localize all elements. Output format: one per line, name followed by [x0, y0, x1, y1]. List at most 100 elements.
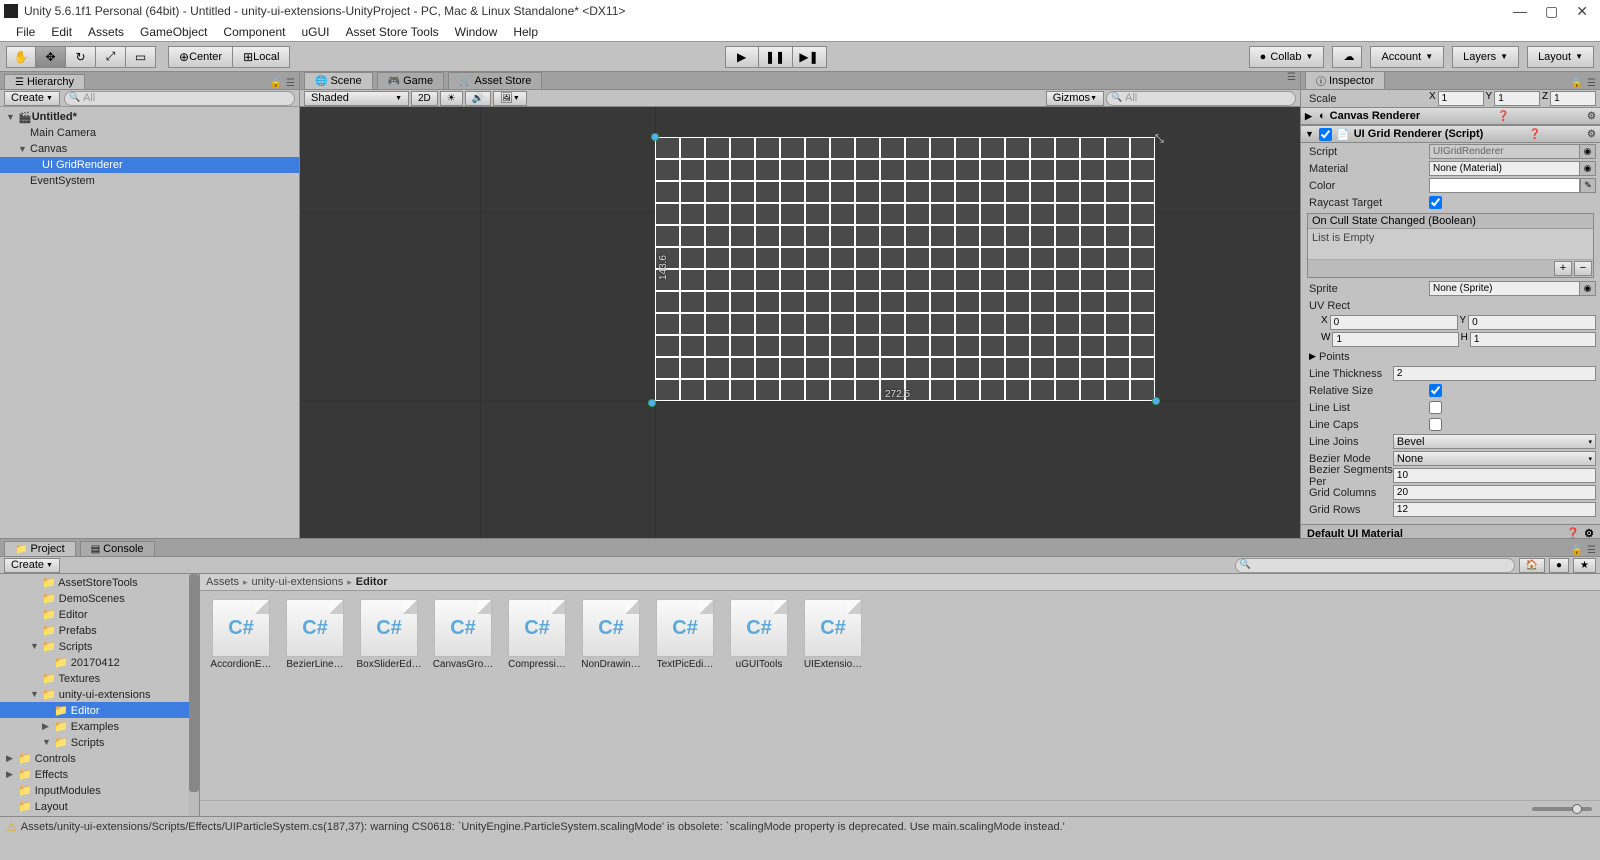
tab-asset-store[interactable]: 🛒Asset Store — [448, 72, 542, 89]
inspector-tab[interactable]: ⓘInspector — [1305, 72, 1385, 89]
pivot-center-toggle[interactable]: ⊕ Center — [168, 46, 233, 68]
project-tab[interactable]: 📁Project — [4, 541, 76, 556]
search-filter-label[interactable]: ★ — [1573, 558, 1596, 573]
material-gear-icon[interactable]: ⚙ — [1584, 527, 1594, 538]
menu-gameobject[interactable]: GameObject — [132, 23, 215, 41]
collab-dropdown[interactable]: ● Collab ▼ — [1249, 46, 1325, 68]
grid-rows-input[interactable] — [1393, 502, 1596, 517]
rect-handle-br[interactable] — [1152, 397, 1160, 405]
grid-columns-input[interactable] — [1393, 485, 1596, 500]
tree-scrollbar-thumb[interactable] — [189, 574, 199, 792]
project-lock-icon[interactable]: 🔒 — [1571, 545, 1583, 556]
asset-uguitools[interactable]: C#uGUITools — [726, 599, 792, 670]
scene-menu-icon[interactable]: ☰ — [1287, 72, 1296, 89]
color-field[interactable] — [1429, 178, 1580, 193]
grid-size-slider[interactable] — [1532, 807, 1592, 811]
crumb-1[interactable]: unity-ui-extensions — [252, 576, 344, 588]
tab-scene[interactable]: 🌐Scene — [304, 72, 373, 89]
folder-assetstoretools[interactable]: 📁 AssetStoreTools — [0, 574, 199, 590]
color-eyedropper[interactable]: ✎ — [1580, 178, 1596, 193]
material-help-icon[interactable]: ❓ — [1566, 527, 1580, 538]
folder-demoscenes[interactable]: 📁 DemoScenes — [0, 590, 199, 606]
asset-uiextensio[interactable]: C#UIExtensio… — [800, 599, 866, 670]
pivot-local-toggle[interactable]: ⊞ Local — [233, 46, 290, 68]
asset-bezierline[interactable]: C#BezierLine… — [282, 599, 348, 670]
asset-nondrawin[interactable]: C#NonDrawin… — [578, 599, 644, 670]
folder-unity-ui-extensions[interactable]: ▼📁 unity-ui-extensions — [0, 686, 199, 702]
uv-y-input[interactable] — [1468, 315, 1596, 330]
cloud-button[interactable]: ☁ — [1332, 46, 1362, 68]
component-gear-icon[interactable]: ⚙ — [1587, 111, 1596, 122]
material-field[interactable] — [1429, 161, 1580, 176]
folder-textures[interactable]: 📁 Textures — [0, 670, 199, 686]
scene-search-input[interactable]: All — [1106, 91, 1296, 106]
line-joins-dropdown[interactable]: Bevel▾ — [1393, 434, 1596, 449]
scene-view[interactable]: ⤡ 272.5 143.6 — [300, 107, 1300, 538]
folder-primitives[interactable]: 📁 Primitives — [0, 814, 199, 816]
gizmos-dropdown[interactable]: Gizmos ▼ — [1046, 91, 1104, 106]
folder-scripts[interactable]: ▼📁 Scripts — [0, 638, 199, 654]
folder-editor[interactable]: 📁 Editor — [0, 702, 199, 718]
folder-layout[interactable]: 📁 Layout — [0, 798, 199, 814]
close-button[interactable]: ✕ — [1576, 3, 1588, 20]
menu-file[interactable]: File — [8, 23, 43, 41]
menu-assetstoretools[interactable]: Asset Store Tools — [337, 23, 446, 41]
component-gear-icon[interactable]: ⚙ — [1587, 129, 1596, 140]
hierarchy-search-input[interactable]: All — [64, 91, 295, 106]
asset-textpicedi[interactable]: C#TextPicEdi… — [652, 599, 718, 670]
event-add-button[interactable]: + — [1554, 261, 1572, 276]
component-enable-checkbox[interactable] — [1319, 128, 1332, 141]
uv-h-input[interactable] — [1470, 332, 1596, 347]
rect-tool[interactable]: ▭ — [126, 46, 156, 68]
inspector-menu-icon[interactable]: ☰ — [1587, 78, 1596, 89]
uv-w-input[interactable] — [1332, 332, 1458, 347]
points-foldout[interactable]: Points — [1319, 351, 1350, 363]
uv-x-input[interactable] — [1330, 315, 1458, 330]
scale-x-input[interactable] — [1438, 91, 1484, 106]
rect-handle-tr[interactable]: ⤡ — [1155, 133, 1163, 141]
project-create-button[interactable]: Create ▼ — [4, 558, 60, 573]
script-picker[interactable]: ◉ — [1580, 144, 1596, 159]
search-filter-assets[interactable]: 🏠 — [1519, 558, 1545, 573]
search-filter-type[interactable]: ● — [1549, 558, 1569, 573]
layers-dropdown[interactable]: Layers ▼ — [1452, 46, 1519, 68]
shading-dropdown[interactable]: Shaded▼ — [304, 91, 409, 106]
folder-effects[interactable]: ▶📁 Effects — [0, 766, 199, 782]
fx-dropdown[interactable]: 🖼 ▼ — [493, 91, 527, 106]
bezier-mode-dropdown[interactable]: None▾ — [1393, 451, 1596, 466]
crumb-assets[interactable]: Assets — [206, 576, 239, 588]
line-thickness-input[interactable] — [1393, 366, 1596, 381]
menu-ugui[interactable]: uGUI — [293, 23, 337, 41]
step-button[interactable]: ▶❚ — [793, 46, 827, 68]
move-tool[interactable]: ✥ — [36, 46, 66, 68]
component-help-icon[interactable]: ❓ — [1497, 111, 1509, 122]
layout-dropdown[interactable]: Layout ▼ — [1527, 46, 1594, 68]
crumb-2[interactable]: Editor — [356, 576, 388, 588]
hierarchy-menu-icon[interactable]: ☰ — [286, 78, 295, 89]
menu-assets[interactable]: Assets — [80, 23, 132, 41]
material-picker[interactable]: ◉ — [1580, 161, 1596, 176]
component-help-icon[interactable]: ❓ — [1529, 129, 1541, 140]
menu-edit[interactable]: Edit — [43, 23, 80, 41]
relative-size-checkbox[interactable] — [1429, 384, 1442, 397]
hierarchy-create-button[interactable]: Create ▼ — [4, 91, 60, 106]
grid-size-thumb[interactable] — [1572, 804, 1582, 814]
audio-toggle[interactable]: 🔊 — [465, 91, 491, 106]
project-search-input[interactable] — [1235, 558, 1515, 573]
folder-editor[interactable]: 📁 Editor — [0, 606, 199, 622]
folder-examples[interactable]: ▶📁 Examples — [0, 718, 199, 734]
ui-grid-renderer-header[interactable]: ▼📄 UI Grid Renderer (Script) ❓ ⚙ — [1301, 125, 1600, 143]
canvas-renderer-header[interactable]: ▶◐ Canvas Renderer ❓ ⚙ — [1301, 107, 1600, 125]
line-list-checkbox[interactable] — [1429, 401, 1442, 414]
maximize-button[interactable]: ▢ — [1545, 3, 1558, 20]
rotate-tool[interactable]: ↻ — [66, 46, 96, 68]
hand-tool[interactable]: ✋ — [6, 46, 36, 68]
status-bar[interactable]: ⚠ Assets/unity-ui-extensions/Scripts/Eff… — [0, 816, 1600, 836]
console-tab[interactable]: ▤Console — [80, 541, 155, 556]
hierarchy-item-eventsystem[interactable]: EventSystem — [0, 173, 299, 189]
menu-component[interactable]: Component — [215, 23, 293, 41]
sprite-field[interactable] — [1429, 281, 1580, 296]
menu-help[interactable]: Help — [505, 23, 546, 41]
asset-accordione[interactable]: C#AccordionE… — [208, 599, 274, 670]
folder-prefabs[interactable]: 📁 Prefabs — [0, 622, 199, 638]
